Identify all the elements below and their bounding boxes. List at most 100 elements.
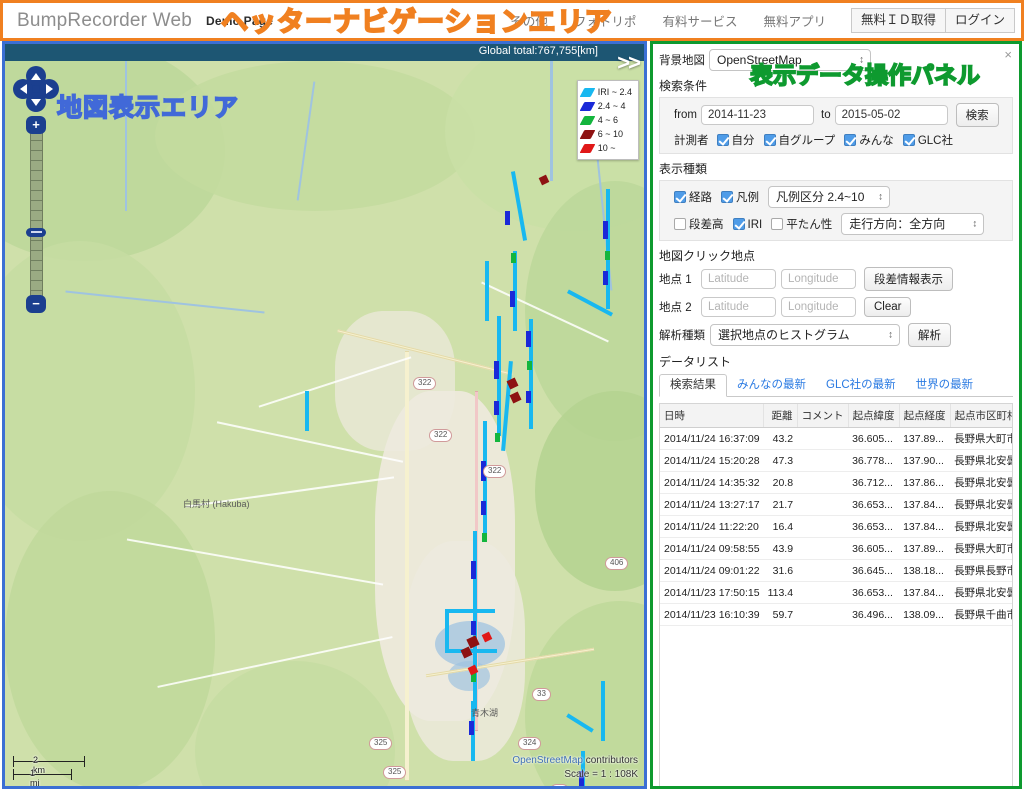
tab-world-latest[interactable]: 世界の最新: [906, 375, 984, 396]
zoom-track[interactable]: [30, 130, 43, 305]
show-flatness-label: 平たん性: [786, 219, 833, 231]
show-bump-height[interactable]: 段差高: [674, 216, 724, 232]
table-header-row: 日時 距離 コメント 起点緯度 起点経度 起点市区町村: [660, 404, 1012, 428]
show-route-checkbox[interactable]: [674, 191, 686, 203]
cell-start-lng: 137.89...: [899, 427, 951, 450]
table-row[interactable]: 2014/11/23 17:50:15 113.4 36.653... 137.84.…: [660, 581, 1012, 604]
table-row[interactable]: 2014/11/24 13:27:17 21.7 36.653... 137.84..…: [660, 493, 1012, 516]
legend-label: 6 ~ 10: [597, 129, 623, 139]
to-date-input[interactable]: [834, 105, 948, 125]
get-free-id-button[interactable]: 無料ＩＤ取得: [850, 7, 946, 34]
expand-panel-icon[interactable]: >>: [617, 52, 641, 74]
close-icon[interactable]: ×: [1004, 48, 1012, 61]
analyze-button[interactable]: 解析: [908, 323, 951, 347]
measurer-glc[interactable]: GLC社: [902, 132, 953, 148]
direction-select-wrap[interactable]: 走行方向：全方向: [841, 213, 985, 235]
show-iri-label: IRI: [747, 218, 763, 231]
basemap-select[interactable]: OpenStreetMap: [709, 49, 871, 71]
point2-longitude-input[interactable]: [781, 297, 856, 317]
table-row[interactable]: 2014/11/24 11:22:20 16.4 36.653... 137.84..…: [660, 515, 1012, 538]
measurer-everyone-label: みんな: [859, 135, 894, 147]
col-datetime[interactable]: 日時: [660, 404, 765, 428]
table-row[interactable]: 2014/11/24 16:37:09 43.2 36.605... 137.89..…: [660, 427, 1012, 450]
nav-link-photorepo[interactable]: フォトリポ: [574, 11, 637, 30]
map-display-area[interactable]: Global total:767,755[km] >> 白馬村 (Hakuba)…: [2, 41, 647, 789]
map-pan-zoom-control[interactable]: + −: [13, 66, 59, 316]
global-total-label: Global total:767,755[km]: [478, 45, 598, 57]
cell-start-lng: 137.84...: [899, 515, 951, 538]
data-list-table-wrap[interactable]: 日時 距離 コメント 起点緯度 起点経度 起点市区町村 2014/11/24 1…: [659, 403, 1013, 786]
col-distance[interactable]: 距離: [763, 404, 798, 428]
basemap-label: 背景地図: [659, 55, 705, 67]
show-legend-checkbox[interactable]: [721, 191, 733, 203]
basemap-select-wrap[interactable]: OpenStreetMap: [709, 49, 871, 71]
col-comment[interactable]: コメント: [797, 404, 849, 428]
col-start-city[interactable]: 起点市区町村: [950, 404, 1012, 428]
cell-start-lat: 36.645...: [848, 559, 900, 582]
col-start-lat[interactable]: 起点緯度: [848, 404, 900, 428]
col-start-lng[interactable]: 起点経度: [899, 404, 951, 428]
pan-right-icon[interactable]: [39, 79, 59, 99]
nav-link-paid-service[interactable]: 有料サービス: [662, 11, 737, 30]
legend-range-select-wrap[interactable]: 凡例区分 2.4~10: [768, 186, 890, 208]
login-button[interactable]: ログイン: [945, 7, 1015, 34]
show-flatness-checkbox[interactable]: [771, 218, 784, 230]
display-type-box: 経路 凡例 凡例区分 2.4~10 段差高 IRI 平たん性 走行方向：全方向: [659, 180, 1013, 241]
map-canvas[interactable]: 白馬村 (Hakuba) 青木湖 322 322 322 406 33 325 …: [5, 61, 644, 786]
cell-comment: [797, 449, 849, 472]
clear-points-button[interactable]: Clear: [864, 297, 912, 317]
measurer-self-checkbox[interactable]: [716, 134, 729, 146]
osm-link[interactable]: OpenStreetMap: [512, 755, 583, 766]
zoom-in-button[interactable]: +: [26, 116, 46, 134]
zoom-slider[interactable]: + −: [13, 116, 59, 316]
cell-start-lat: 36.653...: [848, 515, 900, 538]
from-label: from: [674, 109, 697, 121]
analysis-select-wrap[interactable]: 選択地点のヒストグラム: [710, 324, 900, 346]
measurer-group-checkbox[interactable]: [763, 134, 776, 146]
table-row[interactable]: 2014/11/24 09:58:55 43.9 36.605... 137.89..…: [660, 537, 1012, 560]
from-date-input[interactable]: [701, 105, 814, 125]
tab-everyone-latest[interactable]: みんなの最新: [727, 375, 816, 396]
show-route[interactable]: 経路: [674, 189, 712, 205]
measurer-everyone[interactable]: みんな: [844, 132, 894, 148]
cell-distance: 16.4: [763, 515, 798, 538]
cell-comment: [797, 603, 849, 626]
table-row[interactable]: 2014/11/24 14:35:32 20.8 36.712... 137.86..…: [660, 471, 1012, 494]
legend-range-select[interactable]: 凡例区分 2.4~10: [768, 186, 890, 208]
cell-comment: [797, 427, 849, 450]
measurer-glc-checkbox[interactable]: [902, 134, 915, 146]
analysis-type-select[interactable]: 選択地点のヒストグラム: [710, 324, 900, 346]
table-row[interactable]: 2014/11/24 15:20:28 47.3 36.778... 137.90..…: [660, 449, 1012, 472]
table-row[interactable]: 2014/11/24 09:01:22 31.6 36.645... 138.18..…: [660, 559, 1012, 582]
show-iri[interactable]: IRI: [732, 217, 763, 231]
cell-comment: [797, 471, 849, 494]
show-flatness[interactable]: 平たん性: [771, 216, 832, 232]
point1-latitude-input[interactable]: [701, 269, 776, 289]
pan-rose[interactable]: [13, 66, 59, 112]
measurer-row: 計測者 自分 自グループ みんな GLC社: [666, 132, 1006, 148]
nav-link-other[interactable]: その他: [510, 11, 548, 30]
measurer-everyone-checkbox[interactable]: [844, 134, 857, 146]
point1-longitude-input[interactable]: [781, 269, 856, 289]
tab-glc-latest[interactable]: GLC社の最新: [816, 375, 906, 396]
route-shield: 33: [532, 688, 551, 701]
cell-datetime: 2014/11/23 16:10:39: [660, 603, 764, 626]
point2-latitude-input[interactable]: [701, 297, 776, 317]
zoom-out-button[interactable]: −: [26, 295, 46, 313]
point2-label: 地点 2: [659, 302, 692, 314]
show-legend[interactable]: 凡例: [721, 189, 759, 205]
cell-start-city: 長野県千曲市: [950, 603, 1012, 626]
direction-select[interactable]: 走行方向：全方向: [841, 213, 985, 235]
measurer-self[interactable]: 自分: [716, 132, 755, 148]
zoom-slider-handle[interactable]: [26, 228, 46, 237]
measurer-group[interactable]: 自グループ: [763, 132, 835, 148]
show-bump-info-button[interactable]: 段差情報表示: [864, 267, 953, 291]
tab-search-results[interactable]: 検索結果: [659, 374, 727, 397]
show-bump-height-checkbox[interactable]: [674, 218, 686, 230]
show-iri-checkbox[interactable]: [732, 217, 745, 230]
pan-left-icon[interactable]: [13, 79, 33, 99]
nav-link-free-app[interactable]: 無料アプリ: [763, 11, 826, 30]
scalebar-mi-label: 1 mi: [30, 768, 40, 788]
table-row[interactable]: 2014/11/23 16:10:39 59.7 36.496... 138.09..…: [660, 603, 1012, 626]
search-button[interactable]: 検索: [955, 103, 999, 127]
